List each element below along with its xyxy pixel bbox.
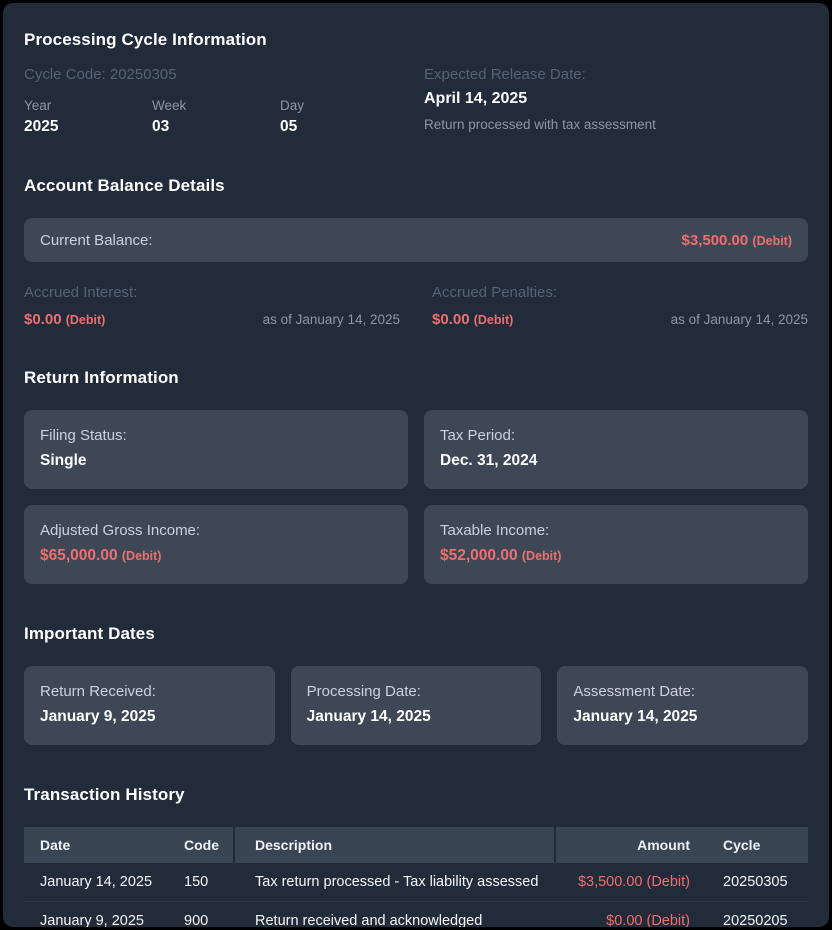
cycle-week: Week 03 <box>152 98 280 136</box>
expected-release-date: April 14, 2025 <box>424 90 528 107</box>
account-balance-title: Account Balance Details <box>24 176 225 195</box>
accrued-penalties-value: $0.00 <box>432 311 470 328</box>
day-label: Day <box>280 98 305 113</box>
taxable-income-amount: $52,000.00 <box>440 547 518 564</box>
year-value: 2025 <box>24 118 59 135</box>
accrued-interest-value: $0.00 <box>24 311 62 328</box>
week-label: Week <box>152 98 187 113</box>
return-information-title: Return Information <box>24 368 179 387</box>
return-information-section: Return Information Filing Status: Single… <box>24 368 808 584</box>
current-balance-debit-tag: (Debit) <box>752 233 792 248</box>
agi-amount: $65,000.00 <box>40 547 118 564</box>
processing-date-label: Processing Date: <box>306 683 421 700</box>
cycle-day: Day 05 <box>280 98 408 136</box>
accrued-interest-block: Accrued Interest: $0.00 (Debit) as of Ja… <box>24 284 400 328</box>
tax-period-card: Tax Period: Dec. 31, 2024 <box>424 410 808 489</box>
expected-release-block: Expected Release Date: April 14, 2025 Re… <box>424 66 808 136</box>
current-balance-bar: Current Balance: $3,500.00 (Debit) <box>24 218 808 262</box>
tax-period-label: Tax Period: <box>440 427 516 444</box>
column-header-code: Code <box>184 837 219 853</box>
transaction-table-header: Date Code Description Amount Cycle <box>24 827 808 863</box>
accrued-interest-debit-tag: (Debit) <box>65 313 106 327</box>
return-received-label: Return Received: <box>40 683 156 700</box>
table-row: January 9, 2025 900 Return received and … <box>24 901 808 927</box>
tx-code: 900 <box>184 912 209 928</box>
column-header-description: Description <box>233 827 556 863</box>
return-received-value: January 9, 2025 <box>40 708 156 725</box>
accrued-interest-amount: $0.00 (Debit) <box>24 311 105 328</box>
agi-debit-tag: (Debit) <box>121 549 162 563</box>
current-balance-value: $3,500.00 <box>681 231 749 249</box>
tx-cycle: 20250205 <box>723 912 788 928</box>
tx-description: Return received and acknowledged <box>255 912 483 928</box>
accrued-interest-asof: as of January 14, 2025 <box>262 312 400 327</box>
return-received-card: Return Received: January 9, 2025 <box>24 666 275 745</box>
assessment-date-label: Assessment Date: <box>573 683 696 700</box>
taxable-income-card: Taxable Income: $52,000.00 (Debit) <box>424 505 808 584</box>
accrued-penalties-debit-tag: (Debit) <box>473 313 514 327</box>
agi-label: Adjusted Gross Income: <box>40 522 201 539</box>
day-value: 05 <box>280 118 298 135</box>
filing-status-card: Filing Status: Single <box>24 410 408 489</box>
tx-code: 150 <box>184 874 209 890</box>
taxable-income-value: $52,000.00 (Debit) <box>440 547 792 565</box>
table-row: January 14, 2025 150 Tax return processe… <box>24 863 808 901</box>
account-balance-section: Account Balance Details Current Balance:… <box>24 176 808 328</box>
cycle-year: Year 2025 <box>24 98 152 136</box>
tx-description: Tax return processed - Tax liability ass… <box>255 874 539 890</box>
important-dates-section: Important Dates Return Received: January… <box>24 624 808 745</box>
week-value: 03 <box>152 118 170 135</box>
assessment-date-card: Assessment Date: January 14, 2025 <box>557 666 808 745</box>
tax-account-panel: Processing Cycle Information Cycle Code:… <box>3 3 829 927</box>
tx-cycle: 20250305 <box>723 874 788 890</box>
processing-cycle-title: Processing Cycle Information <box>24 30 267 49</box>
taxable-income-debit-tag: (Debit) <box>521 549 562 563</box>
column-header-date: Date <box>40 837 71 853</box>
accrued-penalties-block: Accrued Penalties: $0.00 (Debit) as of J… <box>432 284 808 328</box>
expected-release-label: Expected Release Date: <box>424 66 586 83</box>
current-balance-label: Current Balance: <box>40 231 153 249</box>
taxable-income-label: Taxable Income: <box>440 522 550 539</box>
accrued-penalties-asof: as of January 14, 2025 <box>670 312 808 327</box>
assessment-date-value: January 14, 2025 <box>573 708 698 725</box>
filing-status-label: Filing Status: <box>40 427 127 444</box>
processing-cycle-section: Processing Cycle Information Cycle Code:… <box>24 30 808 136</box>
processing-date-value: January 14, 2025 <box>306 708 431 725</box>
cycle-code-block: Cycle Code: 20250305 Year 2025 Week 03 D… <box>24 66 408 136</box>
expected-release-note: Return processed with tax assessment <box>424 117 656 132</box>
accrued-penalties-label: Accrued Penalties: <box>432 284 558 301</box>
current-balance-amount: $3,500.00 (Debit) <box>682 232 792 249</box>
tax-period-value: Dec. 31, 2024 <box>440 452 538 469</box>
accrued-interest-label: Accrued Interest: <box>24 284 138 301</box>
column-header-cycle: Cycle <box>723 837 761 853</box>
processing-date-card: Processing Date: January 14, 2025 <box>290 666 542 745</box>
agi-value: $65,000.00 (Debit) <box>40 547 392 565</box>
filing-status-value: Single <box>40 452 87 469</box>
tx-date: January 14, 2025 <box>40 874 153 890</box>
transaction-table: Date Code Description Amount Cycle Janua… <box>24 827 808 927</box>
tx-amount: $0.00 (Debit) <box>606 912 690 928</box>
year-label: Year <box>24 98 52 113</box>
column-header-amount: Amount <box>637 837 690 853</box>
tx-date: January 9, 2025 <box>40 912 144 928</box>
agi-card: Adjusted Gross Income: $65,000.00 (Debit… <box>24 505 408 584</box>
transaction-history-section: Transaction History Date Code Descriptio… <box>24 785 808 927</box>
tx-amount: $3,500.00 (Debit) <box>577 874 690 890</box>
transaction-history-title: Transaction History <box>24 785 185 804</box>
important-dates-title: Important Dates <box>24 624 155 643</box>
cycle-code: Cycle Code: 20250305 <box>24 66 177 83</box>
accrued-penalties-amount: $0.00 (Debit) <box>432 311 513 328</box>
